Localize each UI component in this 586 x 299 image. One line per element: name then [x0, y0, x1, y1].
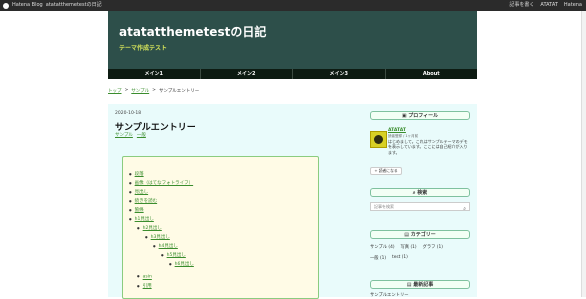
- topbar-left: Hatena Blog atatatthemetestの日記: [3, 0, 102, 11]
- content-area: 2020-10-18 サンプルエントリー サンプル 一般 段落 画像（はてなフォ…: [108, 104, 477, 299]
- recent-title-text: 最新記事: [413, 282, 434, 288]
- category-link[interactable]: グラフ (1): [423, 244, 443, 250]
- hatena-brand[interactable]: Hatena Blog: [12, 0, 43, 11]
- entry: 2020-10-18 サンプルエントリー サンプル 一般 段落 画像（はてなフォ…: [108, 104, 355, 299]
- profile-title-text: プロフィール: [408, 113, 439, 119]
- breadcrumb-separator: >: [152, 88, 156, 93]
- toc-item[interactable]: h5見出し: [161, 252, 186, 258]
- toc-item[interactable]: h3見出し: [145, 234, 170, 240]
- sidebar: ▣ プロフィール ATATAT 読者登録 / 1ヶ月前 はじめまして。これはサン…: [370, 104, 471, 298]
- blog-header: atatatthemetestの日記 テーマ作成テスト: [108, 11, 477, 69]
- search-submit-icon[interactable]: ⌕: [463, 205, 466, 213]
- breadcrumb-top[interactable]: トップ: [108, 88, 122, 94]
- recent-entry-link[interactable]: サンプルエントリー: [370, 292, 409, 298]
- search-input[interactable]: 記事を検索 ⌕: [370, 202, 470, 213]
- page-scrollbar[interactable]: [581, 11, 586, 297]
- breadcrumb-separator: >: [124, 88, 129, 93]
- hatena-help-link[interactable]: Hatena: [564, 0, 582, 11]
- search-placeholder: 記事を検索: [374, 204, 394, 209]
- subscribe-button[interactable]: + 読者になる: [370, 167, 402, 175]
- entry-category-link[interactable]: 一般: [137, 132, 146, 138]
- breadcrumb-category[interactable]: サンプル: [131, 88, 149, 94]
- blog-title[interactable]: atatatthemetestの日記: [119, 23, 266, 40]
- entry-category-link[interactable]: サンプル: [115, 132, 133, 138]
- category-link[interactable]: サンプル (4): [370, 244, 395, 250]
- topbar-right: 記事を書く ATATAT Hatena: [509, 0, 582, 11]
- nav-item-main3[interactable]: メイン3: [293, 69, 386, 79]
- category-link[interactable]: test (1): [392, 255, 408, 261]
- category-row: サンプル (4) 写真 (1) グラフ (1): [370, 244, 443, 250]
- nav-item-main2[interactable]: メイン2: [201, 69, 293, 79]
- category-link[interactable]: 一般 (1): [370, 255, 386, 261]
- hatena-logo-icon[interactable]: [3, 2, 9, 9]
- nav-item-main1[interactable]: メイン1: [108, 69, 201, 79]
- nav-item-about[interactable]: About: [386, 69, 478, 79]
- entry-categories: サンプル 一般: [115, 132, 146, 138]
- category-widget-title: ▤ カテゴリー: [370, 230, 470, 239]
- avatar[interactable]: [370, 131, 387, 148]
- toc-item[interactable]: 箇條: [129, 207, 144, 213]
- category-row: 一般 (1) test (1): [370, 255, 408, 261]
- profile-widget-title: ▣ プロフィール: [370, 111, 470, 120]
- category-title-text: カテゴリー: [410, 232, 436, 238]
- subscribe-label: 読者になる: [378, 168, 398, 173]
- blog-description: テーマ作成テスト: [119, 45, 168, 52]
- toc-item[interactable]: h6見出し: [169, 261, 194, 267]
- category-link[interactable]: 写真 (1): [401, 244, 417, 250]
- user-name-link[interactable]: ATATAT: [540, 0, 557, 11]
- toc-item[interactable]: 引用: [137, 283, 152, 289]
- global-nav: メイン1 メイン2 メイン3 About: [108, 69, 477, 79]
- toc-item[interactable]: h4見出し: [153, 243, 178, 249]
- toc-item[interactable]: asin: [137, 274, 152, 280]
- profile-description: はじめまして。これはサンプルテーマのデモを表示しています。ここには自己紹介が入り…: [388, 139, 468, 155]
- search-widget-title: ⌕ 検索: [370, 188, 470, 197]
- toc-item[interactable]: 見出し: [129, 189, 149, 195]
- hatena-topbar: Hatena Blog atatatthemetestの日記 記事を書く ATA…: [0, 0, 586, 11]
- breadcrumb: トップ > サンプル > サンプルエントリー: [108, 88, 199, 94]
- search-title-text: 検索: [417, 190, 428, 196]
- entry-date[interactable]: 2020-10-18: [115, 111, 141, 116]
- recent-widget-title: ▤ 最新記事: [370, 280, 470, 289]
- toc-item[interactable]: 続きを読む: [129, 198, 158, 204]
- toc-item[interactable]: 画像（はてなフォトライフ）: [129, 180, 194, 186]
- table-of-contents: 段落 画像（はてなフォトライフ） 見出し 続きを読む 箇條 h1見出し h2見出…: [122, 156, 319, 299]
- toc-item[interactable]: h1見出し: [129, 216, 154, 222]
- blog-name-link[interactable]: atatatthemetestの日記: [46, 0, 102, 11]
- breadcrumb-current: サンプルエントリー: [158, 89, 200, 94]
- profile-name[interactable]: ATATAT: [388, 128, 406, 133]
- write-entry-link[interactable]: 記事を書く: [509, 0, 534, 11]
- toc-item[interactable]: h2見出し: [137, 225, 162, 231]
- toc-item[interactable]: 段落: [129, 171, 144, 177]
